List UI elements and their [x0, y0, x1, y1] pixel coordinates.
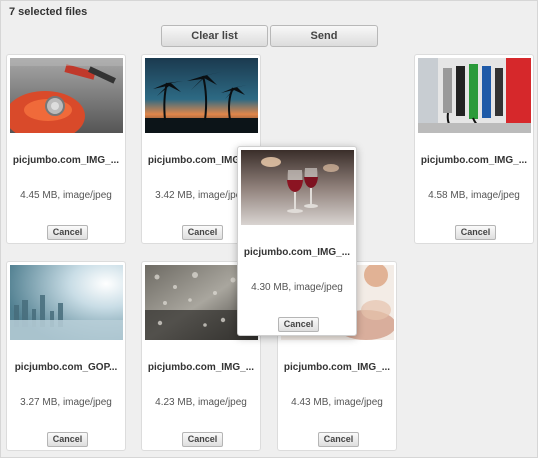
file-card[interactable]: picjumbo.com_GOP... 3.27 MB, image/jpeg … — [6, 261, 126, 451]
file-name: picjumbo.com_IMG_... — [147, 362, 255, 373]
file-thumbnail — [10, 58, 123, 133]
cancel-button[interactable]: Cancel — [182, 225, 223, 240]
file-name: picjumbo.com_IMG_... — [243, 247, 351, 258]
file-meta: 4.43 MB, image/jpeg — [291, 397, 383, 408]
file-name: picjumbo.com_IMG_... — [283, 362, 391, 373]
file-meta: 3.27 MB, image/jpeg — [20, 397, 112, 408]
cancel-button[interactable]: Cancel — [455, 225, 496, 240]
file-name: picjumbo.com_GOP... — [14, 362, 118, 373]
dragged-file-card[interactable]: picjumbo.com_IMG_... 4.30 MB, image/jpeg… — [237, 146, 357, 336]
clear-list-button[interactable]: Clear list — [161, 25, 268, 47]
send-button[interactable]: Send — [270, 25, 378, 47]
cancel-button[interactable]: Cancel — [318, 432, 359, 447]
cancel-button[interactable]: Cancel — [47, 432, 88, 447]
file-thumbnail — [241, 150, 354, 225]
file-meta: 4.45 MB, image/jpeg — [20, 190, 112, 201]
upload-panel: 7 selected files Clear list Send picjumb… — [0, 0, 538, 458]
file-name: picjumbo.com_IMG_... — [12, 155, 120, 166]
file-card[interactable]: picjumbo.com_IMG_... 4.45 MB, image/jpeg… — [6, 54, 126, 244]
file-meta: 4.23 MB, image/jpeg — [155, 397, 247, 408]
file-card[interactable]: picjumbo.com_IMG_... 4.58 MB, image/jpeg… — [414, 54, 534, 244]
file-thumbnail — [145, 58, 258, 133]
file-name: picjumbo.com_IMG_... — [420, 155, 528, 166]
cancel-button[interactable]: Cancel — [278, 317, 319, 332]
file-thumbnail — [418, 58, 531, 133]
file-meta: 4.58 MB, image/jpeg — [428, 190, 520, 201]
cancel-button[interactable]: Cancel — [182, 432, 223, 447]
file-meta: 4.30 MB, image/jpeg — [251, 282, 343, 293]
cancel-button[interactable]: Cancel — [47, 225, 88, 240]
file-thumbnail — [10, 265, 123, 340]
selected-count: 7 selected files — [9, 6, 88, 18]
